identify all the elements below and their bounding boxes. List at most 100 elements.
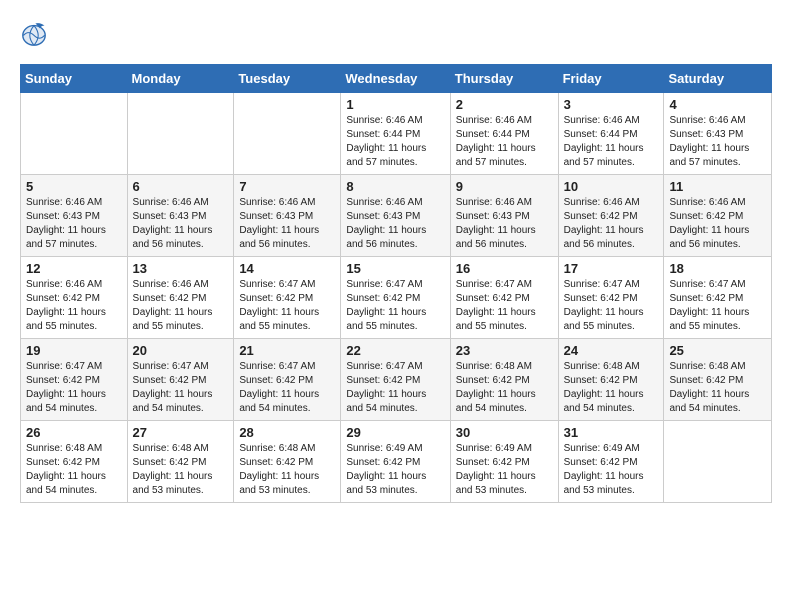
calendar-cell: 1 Sunrise: 6:46 AM Sunset: 6:44 PM Daylig… xyxy=(341,93,450,175)
day-info: Sunrise: 6:46 AM Sunset: 6:44 PM Dayligh… xyxy=(346,114,444,170)
day-number: 16 xyxy=(456,261,553,276)
logo xyxy=(20,20,52,48)
weekday-header-wednesday: Wednesday xyxy=(341,65,450,93)
day-number: 13 xyxy=(133,261,229,276)
calendar-cell: 12 Sunrise: 6:46 AM Sunset: 6:42 PM Dayli… xyxy=(21,257,128,339)
calendar-week-row: 12 Sunrise: 6:46 AM Sunset: 6:42 PM Dayli… xyxy=(21,257,772,339)
day-info: Sunrise: 6:47 AM Sunset: 6:42 PM Dayligh… xyxy=(564,278,659,334)
calendar-week-row: 5 Sunrise: 6:46 AM Sunset: 6:43 PM Daylig… xyxy=(21,175,772,257)
calendar-week-row: 19 Sunrise: 6:47 AM Sunset: 6:42 PM Dayli… xyxy=(21,339,772,421)
calendar-cell: 31 Sunrise: 6:49 AM Sunset: 6:42 PM Dayli… xyxy=(558,421,664,503)
day-number: 11 xyxy=(669,179,766,194)
day-info: Sunrise: 6:49 AM Sunset: 6:42 PM Dayligh… xyxy=(564,442,659,498)
calendar-cell: 5Sunrise: 6:46 AM Sunset: 6:43 PM Daylig… xyxy=(21,175,128,257)
calendar-cell: 22Sunrise: 6:47 AM Sunset: 6:42 PM Dayli… xyxy=(341,339,450,421)
day-info: Sunrise: 6:46 AM Sunset: 6:43 PM Dayligh… xyxy=(239,196,335,252)
day-number: 25 xyxy=(669,343,766,358)
day-info: Sunrise: 6:49 AM Sunset: 6:42 PM Dayligh… xyxy=(456,442,553,498)
calendar-table: SundayMondayTuesdayWednesdayThursdayFrid… xyxy=(20,64,772,503)
day-info: Sunrise: 6:47 AM Sunset: 6:42 PM Dayligh… xyxy=(346,360,444,416)
day-info: Sunrise: 6:46 AM Sunset: 6:44 PM Dayligh… xyxy=(456,114,553,170)
day-number: 5 xyxy=(26,179,122,194)
day-number: 28 xyxy=(239,425,335,440)
calendar-cell: 21 Sunrise: 6:47 AM Sunset: 6:42 PM Dayli… xyxy=(234,339,341,421)
calendar-week-row: 1 Sunrise: 6:46 AM Sunset: 6:44 PM Daylig… xyxy=(21,93,772,175)
day-number: 14 xyxy=(239,261,335,276)
calendar-cell: 7 Sunrise: 6:46 AM Sunset: 6:43 PM Daylig… xyxy=(234,175,341,257)
calendar-cell: 4 Sunrise: 6:46 AM Sunset: 6:43 PM Daylig… xyxy=(664,93,772,175)
day-info: Sunrise: 6:46 AM Sunset: 6:43 PM Dayligh… xyxy=(133,196,229,252)
day-number: 4 xyxy=(669,97,766,112)
calendar-cell: 9 Sunrise: 6:46 AM Sunset: 6:43 PM Daylig… xyxy=(450,175,558,257)
day-info: Sunrise: 6:46 AM Sunset: 6:43 PM Dayligh… xyxy=(456,196,553,252)
day-info: Sunrise: 6:46 AM Sunset: 6:42 PM Dayligh… xyxy=(564,196,659,252)
calendar-cell: 11 Sunrise: 6:46 AM Sunset: 6:42 PM Dayli… xyxy=(664,175,772,257)
day-number: 24 xyxy=(564,343,659,358)
calendar-cell: 25 Sunrise: 6:48 AM Sunset: 6:42 PM Dayli… xyxy=(664,339,772,421)
day-number: 18 xyxy=(669,261,766,276)
day-info: Sunrise: 6:47 AM Sunset: 6:42 PM Dayligh… xyxy=(239,278,335,334)
day-number: 3 xyxy=(564,97,659,112)
calendar-cell: 10 Sunrise: 6:46 AM Sunset: 6:42 PM Dayli… xyxy=(558,175,664,257)
day-number: 26 xyxy=(26,425,122,440)
day-info: Sunrise: 6:46 AM Sunset: 6:42 PM Dayligh… xyxy=(669,196,766,252)
day-number: 23 xyxy=(456,343,553,358)
calendar-cell: 18 Sunrise: 6:47 AM Sunset: 6:42 PM Dayli… xyxy=(664,257,772,339)
day-number: 21 xyxy=(239,343,335,358)
calendar-cell xyxy=(664,421,772,503)
day-info: Sunrise: 6:47 AM Sunset: 6:42 PM Dayligh… xyxy=(669,278,766,334)
day-number: 2 xyxy=(456,97,553,112)
weekday-header-monday: Monday xyxy=(127,65,234,93)
day-number: 31 xyxy=(564,425,659,440)
calendar-cell: 28 Sunrise: 6:48 AM Sunset: 6:42 PM Dayli… xyxy=(234,421,341,503)
day-info: Sunrise: 6:48 AM Sunset: 6:42 PM Dayligh… xyxy=(133,442,229,498)
day-info: Sunrise: 6:46 AM Sunset: 6:44 PM Dayligh… xyxy=(564,114,659,170)
weekday-header-sunday: Sunday xyxy=(21,65,128,93)
weekday-header-friday: Friday xyxy=(558,65,664,93)
calendar-cell: 20Sunrise: 6:47 AM Sunset: 6:42 PM Dayli… xyxy=(127,339,234,421)
page-header xyxy=(20,20,772,48)
calendar-cell: 8 Sunrise: 6:46 AM Sunset: 6:43 PM Daylig… xyxy=(341,175,450,257)
weekday-header-tuesday: Tuesday xyxy=(234,65,341,93)
day-number: 10 xyxy=(564,179,659,194)
weekday-header-thursday: Thursday xyxy=(450,65,558,93)
day-info: Sunrise: 6:48 AM Sunset: 6:42 PM Dayligh… xyxy=(26,442,122,498)
calendar-header-row: SundayMondayTuesdayWednesdayThursdayFrid… xyxy=(21,65,772,93)
day-number: 29 xyxy=(346,425,444,440)
day-number: 1 xyxy=(346,97,444,112)
calendar-cell: 23 Sunrise: 6:48 AM Sunset: 6:42 PM Dayli… xyxy=(450,339,558,421)
calendar-cell xyxy=(234,93,341,175)
day-number: 6 xyxy=(133,179,229,194)
day-info: Sunrise: 6:48 AM Sunset: 6:42 PM Dayligh… xyxy=(669,360,766,416)
calendar-cell: 16Sunrise: 6:47 AM Sunset: 6:42 PM Dayli… xyxy=(450,257,558,339)
calendar-cell xyxy=(21,93,128,175)
day-info: Sunrise: 6:47 AM Sunset: 6:42 PM Dayligh… xyxy=(346,278,444,334)
day-number: 12 xyxy=(26,261,122,276)
calendar-cell xyxy=(127,93,234,175)
day-number: 8 xyxy=(346,179,444,194)
calendar-cell: 3 Sunrise: 6:46 AM Sunset: 6:44 PM Daylig… xyxy=(558,93,664,175)
weekday-header-saturday: Saturday xyxy=(664,65,772,93)
logo-icon xyxy=(20,20,48,48)
day-info: Sunrise: 6:47 AM Sunset: 6:42 PM Dayligh… xyxy=(239,360,335,416)
day-info: Sunrise: 6:46 AM Sunset: 6:43 PM Dayligh… xyxy=(346,196,444,252)
calendar-cell: 2 Sunrise: 6:46 AM Sunset: 6:44 PM Daylig… xyxy=(450,93,558,175)
day-number: 9 xyxy=(456,179,553,194)
calendar-cell: 24Sunrise: 6:48 AM Sunset: 6:42 PM Dayli… xyxy=(558,339,664,421)
day-info: Sunrise: 6:49 AM Sunset: 6:42 PM Dayligh… xyxy=(346,442,444,498)
day-number: 27 xyxy=(133,425,229,440)
day-number: 17 xyxy=(564,261,659,276)
day-info: Sunrise: 6:46 AM Sunset: 6:42 PM Dayligh… xyxy=(133,278,229,334)
day-info: Sunrise: 6:46 AM Sunset: 6:42 PM Dayligh… xyxy=(26,278,122,334)
calendar-cell: 6 Sunrise: 6:46 AM Sunset: 6:43 PM Daylig… xyxy=(127,175,234,257)
day-number: 7 xyxy=(239,179,335,194)
calendar-cell: 14 Sunrise: 6:47 AM Sunset: 6:42 PM Dayli… xyxy=(234,257,341,339)
calendar-cell: 26 Sunrise: 6:48 AM Sunset: 6:42 PM Dayli… xyxy=(21,421,128,503)
calendar-cell: 19Sunrise: 6:47 AM Sunset: 6:42 PM Dayli… xyxy=(21,339,128,421)
day-info: Sunrise: 6:46 AM Sunset: 6:43 PM Dayligh… xyxy=(669,114,766,170)
day-number: 19 xyxy=(26,343,122,358)
day-info: Sunrise: 6:48 AM Sunset: 6:42 PM Dayligh… xyxy=(239,442,335,498)
calendar-cell: 30Sunrise: 6:49 AM Sunset: 6:42 PM Dayli… xyxy=(450,421,558,503)
day-info: Sunrise: 6:48 AM Sunset: 6:42 PM Dayligh… xyxy=(456,360,553,416)
calendar-cell: 13 Sunrise: 6:46 AM Sunset: 6:42 PM Dayli… xyxy=(127,257,234,339)
